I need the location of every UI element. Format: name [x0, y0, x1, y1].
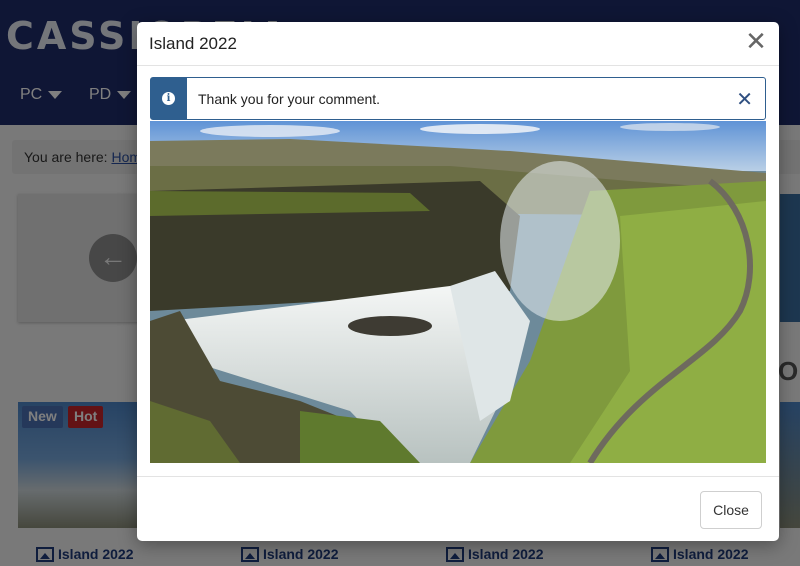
modal-title: Island 2022	[149, 34, 237, 53]
modal-header: Island 2022 ✕	[137, 22, 779, 66]
alert-message: Thank you for your comment.	[198, 91, 381, 107]
close-icon[interactable]: ✕	[744, 29, 768, 56]
image-modal: Island 2022 ✕ i Thank you for your comme…	[137, 22, 779, 541]
alert-icon-panel: i	[151, 78, 187, 119]
close-button[interactable]: Close	[700, 491, 762, 529]
modal-footer: Close	[137, 476, 779, 541]
waterfall-photo	[150, 121, 766, 463]
dismiss-alert-icon[interactable]: ✕	[736, 87, 753, 111]
photo-illustration	[150, 121, 766, 463]
info-icon: i	[162, 92, 175, 105]
info-alert: i Thank you for your comment. ✕	[150, 77, 766, 120]
